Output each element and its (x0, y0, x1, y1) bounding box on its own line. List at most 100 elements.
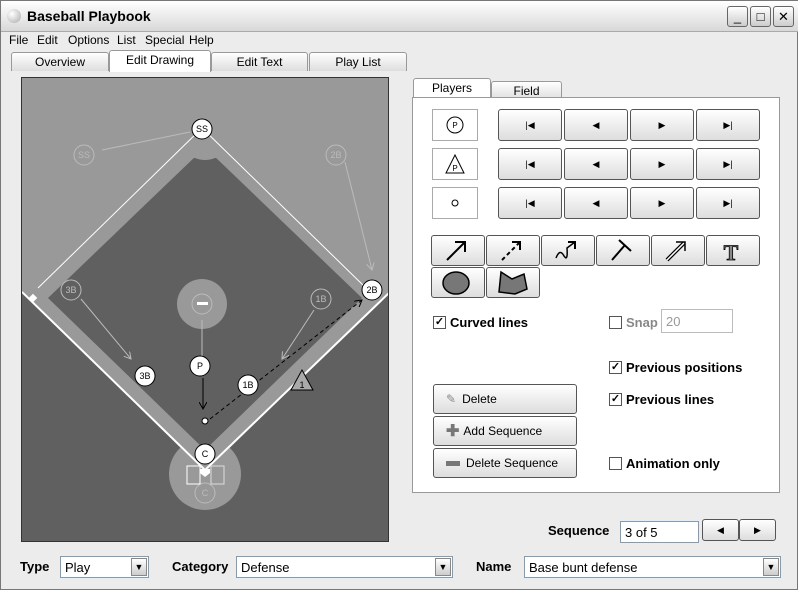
next-icon: ▶ (658, 158, 666, 169)
menu-file[interactable]: File (9, 33, 28, 47)
minimize-button[interactable]: _ (727, 6, 748, 27)
player-p[interactable]: P (197, 361, 203, 371)
next-icon: ▶ (658, 119, 666, 130)
next-button-row1[interactable]: ▶ (630, 109, 694, 141)
name-label: Name (476, 559, 512, 574)
svg-text:P: P (452, 121, 457, 130)
plus-icon: ✚ (446, 423, 460, 440)
last-button-row1[interactable]: ▶| (696, 109, 760, 141)
menu-edit[interactable]: Edit (37, 33, 58, 47)
runner-label: 1 (299, 380, 304, 390)
close-button[interactable]: ✕ (773, 6, 794, 27)
svg-text:P: P (452, 164, 457, 173)
sequence-next-button[interactable]: ▶ (739, 519, 776, 541)
sequence-field: 3 of 5 (620, 521, 699, 543)
first-button-row2[interactable]: |◀ (498, 148, 562, 180)
prev-player-1b: 1B (315, 294, 326, 304)
animation-only-checkbox[interactable]: Animation only (609, 456, 720, 471)
chevron-down-icon: ▼ (435, 558, 451, 576)
prev-player-3b: 3B (65, 285, 76, 295)
next-button-row3[interactable]: ▶ (630, 187, 694, 219)
menu-list[interactable]: List (117, 33, 136, 47)
maximize-button[interactable]: □ (750, 6, 771, 27)
delete-sequence-button[interactable]: Delete Sequence (433, 448, 577, 478)
prev-player-2b: 2B (330, 150, 341, 160)
player-2b[interactable]: 2B (366, 285, 377, 295)
tab-edit-drawing[interactable]: Edit Drawing (109, 50, 211, 72)
first-button-row3[interactable]: |◀ (498, 187, 562, 219)
menu-options[interactable]: Options (68, 33, 109, 47)
chevron-down-icon: ▼ (131, 558, 147, 576)
type-label: Type (20, 559, 50, 574)
name-select[interactable]: Base bunt defense ▼ (524, 556, 781, 578)
text-tool-button[interactable]: T (706, 235, 760, 266)
first-button-row1[interactable]: |◀ (498, 109, 562, 141)
arrow-icon (446, 240, 466, 261)
dashed-arrow-icon (501, 240, 521, 261)
add-sequence-button[interactable]: ✚ Add Sequence (433, 416, 577, 446)
snap-value-input[interactable]: 20 (661, 309, 733, 333)
last-icon: ▶| (723, 158, 733, 169)
title-bar: Baseball Playbook _ □ ✕ (1, 1, 798, 32)
ball[interactable] (201, 417, 209, 425)
app-icon (7, 9, 21, 23)
prev-icon: ◀ (592, 197, 600, 208)
dashed-arrow-tool-button[interactable] (486, 235, 540, 266)
menu-help[interactable]: Help (189, 33, 214, 47)
menu-special[interactable]: Special (145, 33, 184, 47)
text-icon: T (723, 239, 739, 265)
last-icon: ▶| (723, 119, 733, 130)
ball-sample[interactable] (432, 187, 478, 219)
type-select[interactable]: Play ▼ (60, 556, 149, 578)
player-1b[interactable]: 1B (242, 380, 253, 390)
previous-lines-checkbox[interactable]: ✓ Previous lines (609, 392, 714, 407)
next-icon: ▶ (658, 197, 666, 208)
player-triangle-sample[interactable]: P (432, 148, 478, 180)
first-icon: |◀ (525, 119, 535, 130)
player-c[interactable]: C (202, 449, 209, 459)
sequence-label: Sequence (548, 523, 610, 538)
tab-play-list[interactable]: Play List (309, 52, 407, 71)
players-panel: P P |◀ ◀ ▶ ▶| |◀ ◀ ▶ ▶| |◀ ◀ ▶ ▶| T ✓ Curved lines S… (412, 97, 780, 493)
curved-lines-checkbox[interactable]: ✓ Curved lines (433, 315, 528, 330)
prev-player-c: C (202, 488, 209, 498)
category-label: Category (172, 559, 229, 574)
block-line-icon (611, 238, 632, 261)
polygon-tool-button[interactable] (486, 267, 540, 298)
last-button-row2[interactable]: ▶| (696, 148, 760, 180)
curvy-arrow-tool-button[interactable] (541, 235, 595, 266)
category-select[interactable]: Defense ▼ (236, 556, 453, 578)
arrow-tool-button[interactable] (431, 235, 485, 266)
prev-player-ss: SS (78, 150, 90, 160)
drawing-canvas[interactable]: SS 2B 3B 1B C SS 2B 3B P 1B C 1 (21, 77, 391, 542)
tab-overview[interactable]: Overview (11, 52, 109, 71)
chevron-down-icon: ▼ (763, 558, 779, 576)
snap-checkbox[interactable]: Snap (609, 315, 658, 330)
player-3b[interactable]: 3B (139, 371, 150, 381)
curvy-arrow-icon (555, 240, 576, 258)
player-ss[interactable]: SS (196, 124, 208, 134)
eraser-icon: ✎ (446, 392, 457, 406)
first-icon: |◀ (525, 158, 535, 169)
previous-positions-checkbox[interactable]: ✓ Previous positions (609, 360, 742, 375)
tab-players[interactable]: Players (413, 78, 491, 99)
polygon-icon (498, 270, 528, 295)
prev-icon: ◀ (592, 119, 600, 130)
last-icon: ▶| (723, 197, 733, 208)
prev-button-row2[interactable]: ◀ (564, 148, 628, 180)
prev-button-row1[interactable]: ◀ (564, 109, 628, 141)
ellipse-icon (442, 270, 470, 295)
player-circle-sample[interactable]: P (432, 109, 478, 141)
minus-icon (446, 460, 460, 466)
double-arrow-tool-button[interactable] (651, 235, 705, 266)
block-line-tool-button[interactable] (596, 235, 650, 266)
delete-button[interactable]: ✎ Delete (433, 384, 577, 414)
prev-button-row3[interactable]: ◀ (564, 187, 628, 219)
last-button-row3[interactable]: ▶| (696, 187, 760, 219)
sequence-prev-button[interactable]: ◀ (702, 519, 739, 541)
window-title: Baseball Playbook (27, 8, 151, 24)
tab-edit-text[interactable]: Edit Text (211, 52, 308, 71)
next-button-row2[interactable]: ▶ (630, 148, 694, 180)
svg-text:T: T (724, 240, 739, 265)
ellipse-tool-button[interactable] (431, 267, 485, 298)
